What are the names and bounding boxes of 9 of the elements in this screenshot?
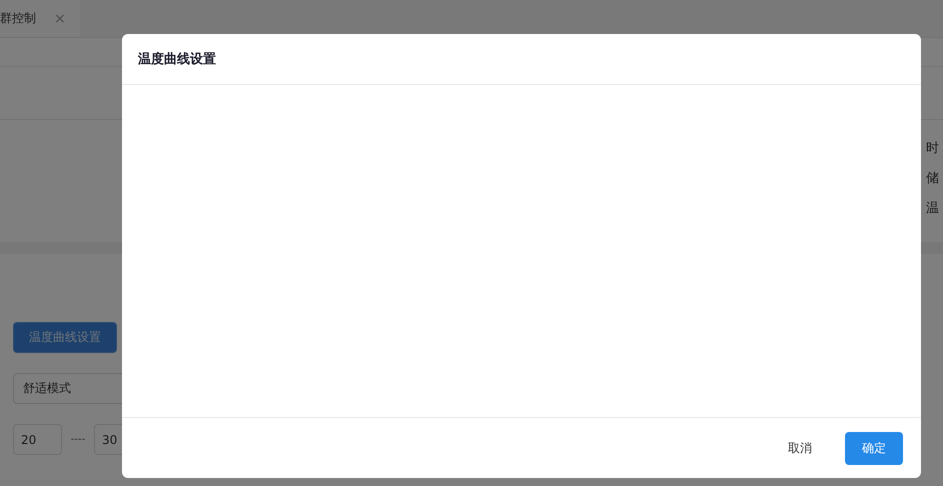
curve-settings-button[interactable]: 温度曲线设置 (13, 322, 117, 353)
dialog-title: 温度曲线设置 (138, 50, 216, 68)
info-label: 温 (926, 200, 939, 218)
range-separator: ---- (70, 434, 86, 445)
min-temperature-field[interactable]: 20 (13, 424, 62, 455)
confirm-button[interactable]: 确定 (845, 432, 903, 464)
info-label: 时 (926, 140, 939, 158)
info-label: 储 (926, 170, 939, 188)
tab[interactable]: 群控制 × (0, 0, 80, 37)
